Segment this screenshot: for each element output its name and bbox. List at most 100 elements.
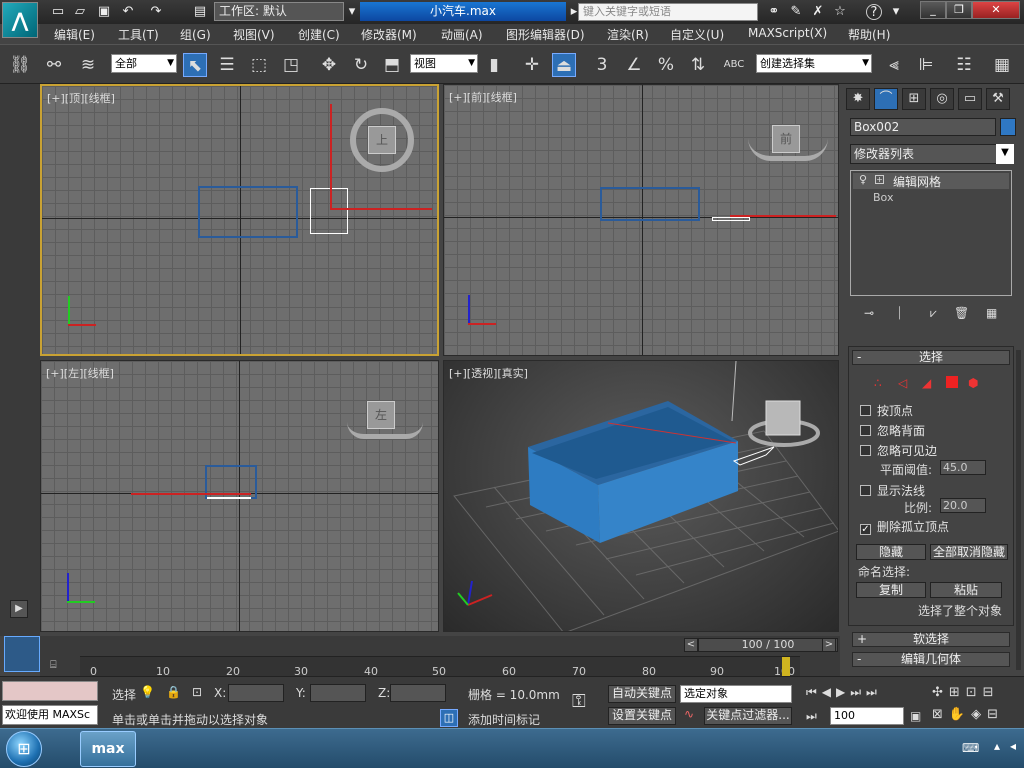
select-object-icon[interactable]: ⬉: [183, 53, 207, 77]
volume-icon[interactable]: ◂: [1010, 739, 1016, 753]
maxscript-mini-listener[interactable]: 欢迎使用 MAXSc: [2, 705, 98, 725]
layer-manager-icon[interactable]: ☷: [952, 53, 976, 77]
help-dropdown-icon[interactable]: ▾: [888, 4, 904, 20]
previous-frame-icon[interactable]: <: [684, 638, 698, 652]
subscription-icon[interactable]: ✎: [788, 4, 804, 20]
show-end-result-icon[interactable]: ⏐: [896, 306, 903, 321]
open-file-icon[interactable]: ▱: [72, 4, 88, 20]
keyboard-icon[interactable]: ⌨: [962, 741, 979, 755]
menu-edit[interactable]: 编辑(E): [54, 26, 95, 43]
link-icon[interactable]: ⛓: [8, 53, 32, 77]
time-slider-thumb[interactable]: [782, 657, 790, 676]
taskbar-3dsmax[interactable]: max: [80, 731, 136, 767]
workspace-dropdown[interactable]: 工作区: 默认: [214, 2, 344, 21]
face-mode-icon[interactable]: ◢: [922, 376, 931, 390]
scale-spinner[interactable]: 20.0: [940, 498, 986, 513]
menu-graph-editors[interactable]: 图形编辑器(D): [506, 26, 585, 43]
motion-tab-icon[interactable]: ◎: [930, 88, 954, 110]
open-mini-curve-editor-icon[interactable]: ⌸: [50, 658, 72, 674]
set-key-mode-icon[interactable]: ⚿: [572, 691, 602, 713]
playback-controls[interactable]: ⏮◀▶⏭⏭: [806, 685, 882, 700]
hide-button[interactable]: 隐藏: [856, 544, 926, 560]
by-vertex-checkbox[interactable]: 按顶点: [860, 402, 913, 419]
modify-tab-icon[interactable]: ⌒: [874, 88, 898, 110]
command-panel-scrollbar[interactable]: [1016, 350, 1021, 670]
save-icon[interactable]: ▣: [96, 4, 112, 20]
key-filters-button[interactable]: 关键点过滤器...: [704, 707, 792, 725]
copy-button[interactable]: 复制: [856, 582, 926, 598]
remove-modifier-icon[interactable]: 🗑: [954, 306, 969, 320]
menu-modifiers[interactable]: 修改器(M): [361, 26, 417, 43]
menu-create[interactable]: 创建(C): [298, 26, 340, 43]
unlink-icon[interactable]: ⚯: [42, 53, 66, 77]
menu-maxscript[interactable]: MAXScript(X): [748, 26, 827, 40]
viewport-label-left[interactable]: [+][左][线框]: [46, 365, 114, 381]
named-selection-sets-dropdown[interactable]: 创建选择集: [756, 54, 872, 73]
align-icon[interactable]: ⊫: [914, 53, 938, 77]
chevron-down-icon[interactable]: ▼: [996, 144, 1014, 164]
add-time-tag[interactable]: 添加时间标记: [468, 711, 540, 728]
ignore-visible-edges-checkbox[interactable]: 忽略可见边: [860, 442, 937, 459]
maximize-button[interactable]: ❐: [946, 1, 972, 19]
scale-icon[interactable]: ⬒: [380, 53, 404, 77]
isolate-selection-icon[interactable]: 💡: [140, 685, 155, 699]
paste-button[interactable]: 粘贴: [930, 582, 1002, 598]
lightbulb-icon[interactable]: ♀: [859, 173, 867, 186]
current-frame-field[interactable]: 100: [830, 707, 904, 725]
hierarchy-tab-icon[interactable]: ⊞: [902, 88, 926, 110]
help-icon[interactable]: ?: [866, 4, 882, 20]
menu-group[interactable]: 组(G): [180, 26, 211, 43]
element-mode-icon[interactable]: ⬢: [968, 376, 978, 390]
pivot-center-icon[interactable]: ▮: [482, 53, 506, 77]
close-button[interactable]: ✕: [972, 1, 1020, 19]
viewport-perspective[interactable]: [+][透视][真实]: [443, 360, 839, 632]
play-arrow-icon[interactable]: ▶: [10, 600, 28, 618]
create-tab-icon[interactable]: ✸: [846, 88, 870, 110]
show-normals-checkbox[interactable]: 显示法线: [860, 482, 925, 499]
make-unique-icon[interactable]: ⩗: [930, 306, 937, 321]
edit-named-selection-icon[interactable]: ABC: [722, 53, 746, 77]
new-file-icon[interactable]: ▭: [50, 4, 66, 20]
angle-snap-icon[interactable]: ∠: [622, 53, 646, 77]
favorites-icon[interactable]: ☆: [832, 4, 848, 20]
move-icon[interactable]: ✥: [317, 53, 341, 77]
menu-customize[interactable]: 自定义(U): [670, 26, 724, 43]
project-folder-icon[interactable]: ▤: [192, 4, 208, 20]
menu-tools[interactable]: 工具(T): [118, 26, 159, 43]
key-mode-toggle-icon[interactable]: ⏭: [806, 709, 817, 724]
selection-rollout-header[interactable]: - 选择: [852, 350, 1010, 365]
viewcube-front[interactable]: 前: [772, 125, 800, 153]
graphite-toolbar-icon[interactable]: ▦: [990, 53, 1014, 77]
menu-rendering[interactable]: 渲染(R): [607, 26, 649, 43]
rotate-icon[interactable]: ↻: [349, 53, 373, 77]
start-button[interactable]: ⊞: [6, 731, 42, 767]
soft-selection-rollout-header[interactable]: + 软选择: [852, 632, 1010, 647]
y-coordinate-field[interactable]: [310, 684, 366, 702]
edit-geometry-rollout-header[interactable]: - 编辑几何体: [852, 652, 1010, 667]
absolute-mode-icon[interactable]: ⊡: [192, 685, 202, 699]
communication-icon[interactable]: ✗: [810, 4, 826, 20]
viewport-front[interactable]: [+][前][线框] 前: [443, 84, 839, 356]
adaptive-degradation-icon[interactable]: ◫: [440, 709, 458, 727]
redo-icon[interactable]: ↷: [148, 4, 164, 20]
bind-space-warp-icon[interactable]: ≋: [76, 53, 100, 77]
menu-help[interactable]: 帮助(H): [848, 26, 890, 43]
mirror-icon[interactable]: ⫷: [882, 53, 906, 77]
utilities-tab-icon[interactable]: ⚒: [986, 88, 1010, 110]
edge-mode-icon[interactable]: ◁: [898, 376, 907, 390]
time-configuration-icon[interactable]: ▣: [910, 709, 921, 723]
viewport-navigation-controls[interactable]: ✣⊞⊡⊟: [932, 685, 1000, 700]
viewcube-top[interactable]: 上: [368, 126, 396, 154]
percent-snap-icon[interactable]: %: [654, 53, 678, 77]
window-crossing-icon[interactable]: ◳: [279, 53, 303, 77]
reference-coordinate-dropdown[interactable]: 视图: [410, 54, 478, 73]
chevron-down-icon[interactable]: ▾: [344, 4, 360, 20]
expand-icon[interactable]: +: [875, 175, 884, 184]
polygon-mode-icon[interactable]: [946, 376, 958, 388]
menu-animation[interactable]: 动画(A): [441, 26, 483, 43]
viewport-top[interactable]: [+][顶][线框] 上: [40, 84, 439, 356]
viewport-layout-icon[interactable]: [4, 636, 40, 672]
undo-icon[interactable]: ↶: [120, 4, 136, 20]
pin-stack-icon[interactable]: ⊸: [864, 306, 874, 320]
selection-lock-icon[interactable]: 🔒: [166, 685, 181, 699]
